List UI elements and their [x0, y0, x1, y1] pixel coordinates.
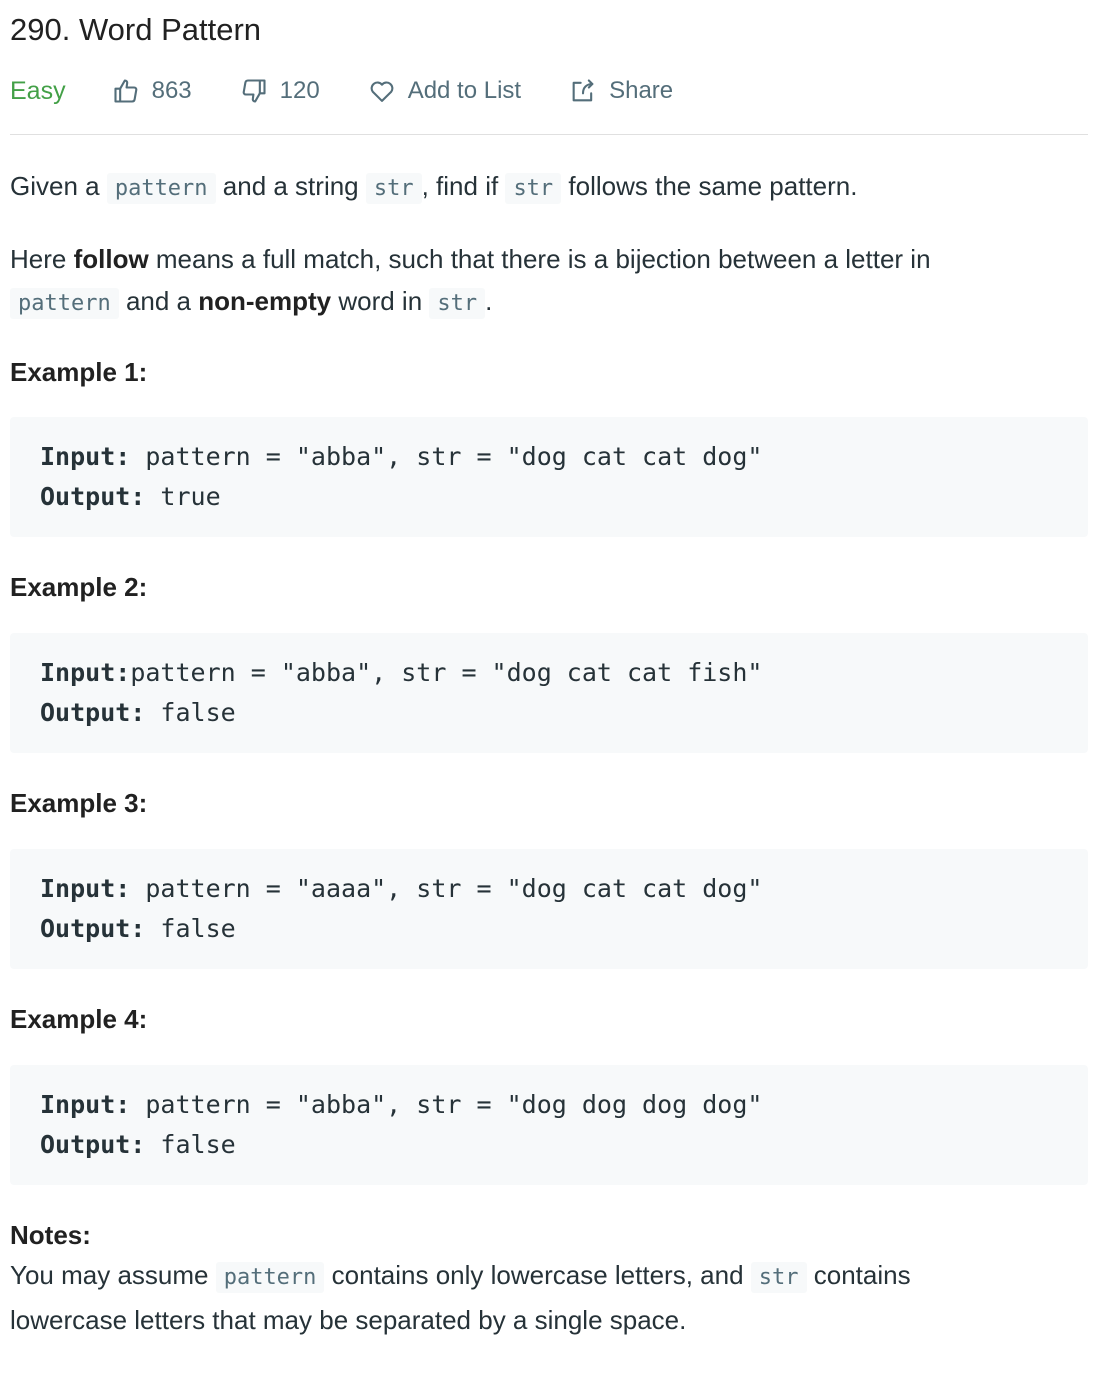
input-value: pattern = "abba", str = "dog dog dog dog… — [130, 1090, 763, 1119]
notes-title: Notes: — [10, 1220, 91, 1250]
thumbs-down-icon — [242, 79, 266, 103]
input-value: pattern = "abba", str = "dog cat cat dog… — [130, 442, 763, 471]
share-icon — [572, 79, 594, 102]
problem-meta-bar: Easy 863 120 Add to List Share — [10, 62, 1088, 120]
output-label: Output: — [40, 914, 146, 943]
heart-icon — [370, 81, 394, 102]
inline-code: pattern — [10, 288, 119, 319]
example-title: Example 2: — [10, 572, 148, 602]
text: and a string — [215, 171, 366, 201]
output-value: false — [145, 914, 236, 943]
add-to-list-button[interactable]: Add to List — [368, 77, 521, 105]
output-value: true — [145, 482, 221, 511]
example-title: Example 4: — [10, 1004, 148, 1034]
text: You may assume — [10, 1260, 216, 1290]
output-value: false — [145, 1130, 236, 1159]
inline-code: str — [429, 288, 486, 319]
input-value: pattern = "abba", str = "dog cat cat fis… — [130, 658, 763, 687]
inline-code: str — [365, 173, 422, 204]
input-value: pattern = "aaaa", str = "dog cat cat dog… — [130, 874, 763, 903]
text: lowercase letters that may be separated … — [10, 1305, 687, 1335]
input-label: Input: — [40, 874, 131, 903]
text: , find if — [421, 171, 506, 201]
text: and a — [118, 286, 199, 316]
text: Here — [10, 244, 74, 274]
bold-text: follow — [73, 244, 149, 274]
like-button[interactable]: 863 — [112, 77, 192, 105]
dislike-button[interactable]: 120 — [240, 77, 320, 105]
example-code-block: Input: pattern = "aaaa", str = "dog cat … — [10, 849, 1088, 969]
inline-code: str — [505, 173, 562, 204]
text: means a full match, such that there is a… — [148, 244, 931, 274]
text: contains only lowercase letters, and — [324, 1260, 751, 1290]
text: . — [485, 286, 493, 316]
problem-description: Given a pattern and a string str, find i… — [10, 165, 1088, 1341]
output-label: Output: — [40, 482, 146, 511]
text: contains — [806, 1260, 911, 1290]
bold-text: non-empty — [198, 286, 332, 316]
share-button[interactable]: Share — [569, 77, 673, 105]
text: follows the same pattern. — [561, 171, 858, 201]
problem-page: 290. Word Pattern Easy 863 120 Add to Li… — [0, 0, 1114, 1341]
inline-code: pattern — [215, 1262, 325, 1293]
add-to-list-label: Add to List — [407, 77, 522, 104]
like-count: 863 — [151, 77, 192, 104]
text: Given a — [10, 171, 107, 201]
input-label: Input: — [40, 1090, 131, 1119]
description-paragraph-1: Given a pattern and a string str, find i… — [10, 165, 1088, 210]
output-value: false — [145, 698, 236, 727]
share-label: Share — [609, 77, 674, 104]
difficulty-badge: Easy — [10, 76, 66, 105]
thumbs-up-icon — [114, 79, 137, 103]
problem-title: 290. Word Pattern — [10, 12, 262, 47]
input-label: Input: — [40, 442, 131, 471]
text: word in — [331, 286, 430, 316]
input-label: Input: — [40, 658, 131, 687]
example-code-block: Input: pattern = "abba", str = "dog dog … — [10, 1065, 1088, 1185]
notes-paragraph: You may assume pattern contains only low… — [10, 1254, 1088, 1341]
dislike-count: 120 — [279, 77, 320, 104]
example-title: Example 1: — [10, 357, 148, 387]
example-code-block: Input:pattern = "abba", str = "dog cat c… — [10, 633, 1088, 753]
example-code-block: Input: pattern = "abba", str = "dog cat … — [10, 417, 1088, 537]
inline-code: pattern — [106, 173, 216, 204]
output-label: Output: — [40, 698, 146, 727]
description-paragraph-2: Here follow means a full match, such tha… — [10, 238, 1088, 325]
divider — [10, 134, 1088, 135]
example-title: Example 3: — [10, 788, 148, 818]
inline-code: str — [750, 1262, 807, 1293]
output-label: Output: — [40, 1130, 146, 1159]
